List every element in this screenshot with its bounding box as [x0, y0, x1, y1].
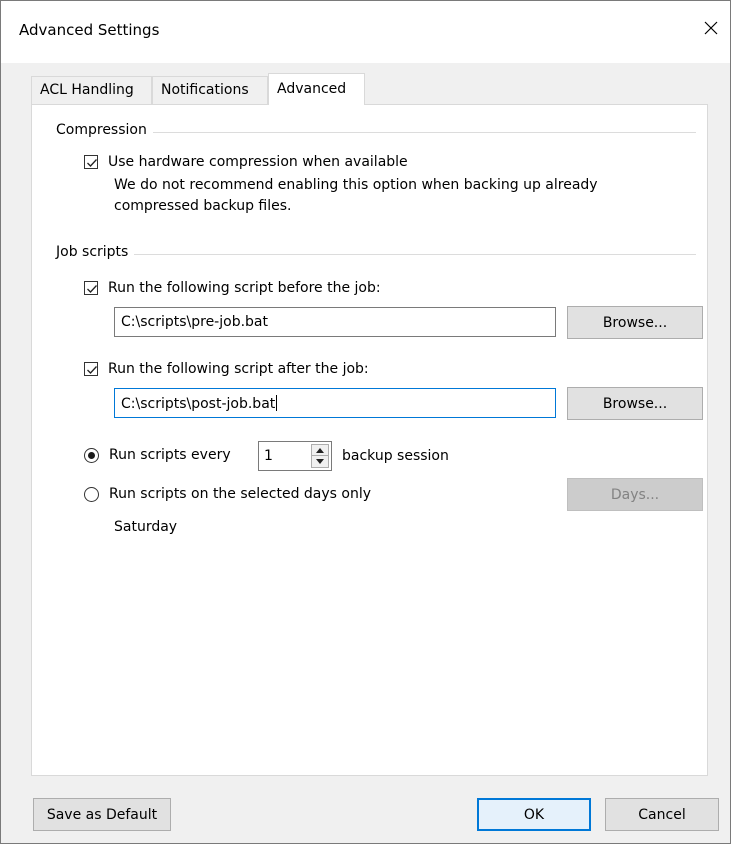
sessions-count-value: 1	[264, 448, 273, 464]
sessions-count-stepper[interactable]: 1	[258, 441, 332, 471]
window-title: Advanced Settings	[19, 21, 160, 39]
caret-down-icon	[316, 459, 324, 464]
tab-label: ACL Handling	[40, 82, 134, 98]
job-scripts-divider	[56, 254, 696, 255]
script-after-label: Run the following script after the job:	[108, 361, 369, 377]
job-scripts-group-label: Job scripts	[56, 244, 135, 260]
hw-compression-label: Use hardware compression when available	[108, 154, 408, 170]
save-as-default-button[interactable]: Save as Default	[33, 798, 171, 831]
text-caret	[276, 395, 278, 411]
script-before-checkbox[interactable]: Run the following script before the job:	[84, 280, 381, 296]
radio-unselected-icon	[84, 486, 99, 502]
stepper-up-button[interactable]	[312, 445, 328, 456]
selected-days-text: Saturday	[114, 519, 178, 535]
radio-selected-icon	[84, 447, 99, 463]
script-after-path-input[interactable]: C:\scripts\post-job.bat	[114, 388, 556, 418]
advanced-settings-dialog: Advanced Settings ACL Handling Notificat…	[0, 0, 731, 844]
button-label: Browse...	[602, 314, 668, 331]
ok-button[interactable]: OK	[477, 798, 591, 831]
hw-compression-checkbox[interactable]: Use hardware compression when available	[84, 154, 408, 170]
run-selected-days-label: Run scripts on the selected days only	[109, 486, 372, 502]
checkbox-checked-icon	[84, 155, 98, 169]
button-label: Save as Default	[46, 806, 158, 823]
button-label: Cancel	[638, 806, 686, 823]
button-label: Browse...	[602, 395, 668, 412]
run-every-label: Run scripts every	[109, 447, 231, 463]
checkbox-checked-icon	[84, 281, 98, 295]
browse-after-button[interactable]: Browse...	[567, 387, 703, 420]
close-button[interactable]	[696, 15, 726, 45]
script-before-path-input[interactable]: C:\scripts\pre-job.bat	[114, 307, 556, 337]
compression-group-label: Compression	[56, 122, 153, 138]
tab-advanced[interactable]: Advanced	[268, 73, 365, 105]
tab-acl-handling[interactable]: ACL Handling	[31, 76, 152, 104]
compression-note: We do not recommend enabling this option…	[114, 175, 598, 217]
tab-notifications[interactable]: Notifications	[152, 76, 268, 104]
days-button[interactable]: Days...	[567, 478, 703, 511]
tab-label: Advanced	[277, 81, 347, 97]
browse-before-button[interactable]: Browse...	[567, 306, 703, 339]
compression-note-line2: compressed backup files.	[114, 198, 292, 214]
script-after-path-text: C:\scripts\post-job.bat	[121, 396, 276, 412]
tab-label: Notifications	[161, 82, 249, 98]
checkbox-checked-icon	[84, 362, 98, 376]
cancel-button[interactable]: Cancel	[605, 798, 719, 831]
button-label: OK	[523, 806, 545, 823]
close-icon	[703, 20, 719, 40]
caret-up-icon	[316, 447, 324, 453]
script-after-checkbox[interactable]: Run the following script after the job:	[84, 361, 369, 377]
stepper-down-button[interactable]	[312, 456, 328, 467]
title-bar: Advanced Settings	[1, 1, 730, 63]
run-every-radio[interactable]: Run scripts every	[84, 447, 231, 463]
button-label: Days...	[610, 486, 660, 503]
script-before-label: Run the following script before the job:	[108, 280, 381, 296]
advanced-tab-panel: Compression Use hardware compression whe…	[31, 104, 708, 776]
compression-note-line1: We do not recommend enabling this option…	[114, 177, 598, 193]
stepper-buttons	[311, 444, 329, 468]
run-selected-days-radio[interactable]: Run scripts on the selected days only	[84, 486, 371, 502]
run-every-suffix: backup session	[342, 448, 449, 464]
